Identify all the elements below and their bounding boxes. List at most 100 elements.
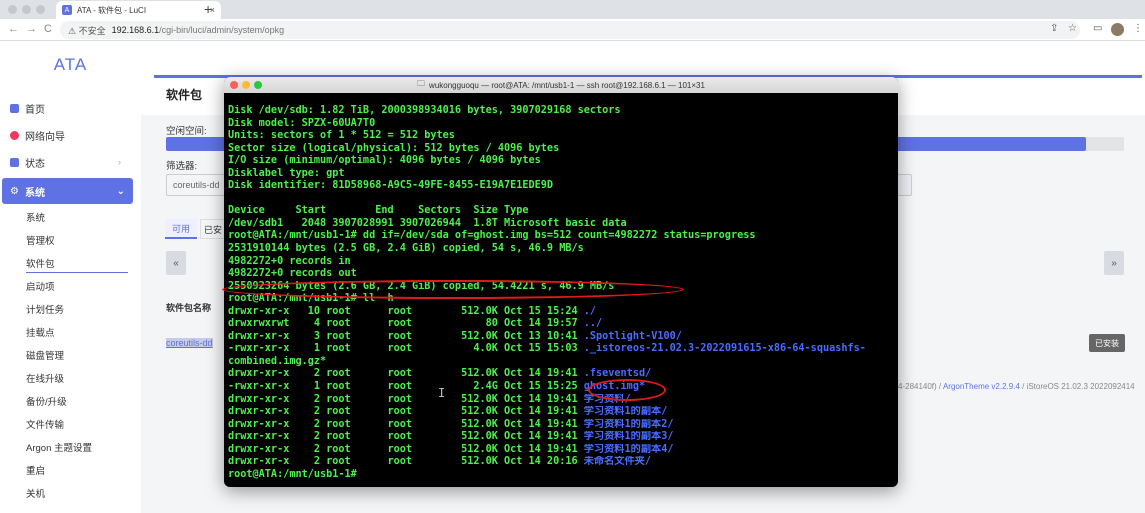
page-title: 软件包	[166, 88, 203, 102]
column-header-package-name: 软件包名称	[166, 303, 212, 313]
pager-prev-button[interactable]: «	[166, 251, 186, 275]
terminal-listing-row: -rwxr-xr-x 1 root root 4.0K Oct 15 15:03…	[228, 343, 866, 355]
terminal-listing-row: drwxr-xr-x 2 root root 512.0K Oct 14 19:…	[228, 418, 674, 430]
menu-icon[interactable]: ⋮	[1133, 23, 1143, 34]
terminal-title-bar[interactable]: 🗀 wukongguoqu — root@ATA: /mnt/usb1-1 — …	[224, 77, 898, 93]
terminal-zoom-dot[interactable]	[254, 81, 262, 89]
sidebar-item-status[interactable]: 状态 ›	[10, 151, 131, 173]
star-icon[interactable]: ☆	[1068, 23, 1077, 34]
sidebar-subitem-system[interactable]: 系统	[26, 210, 45, 224]
terminal-line: 4982272+0 records out	[228, 268, 357, 280]
terminal-line: Sector size (logical/physical): 512 byte…	[228, 142, 560, 154]
free-space-label: 空闲空间:	[166, 126, 207, 137]
terminal-listing-row: drwxrwxrwt 4 root root 80 Oct 14 19:57 .…	[228, 318, 603, 330]
sidebar-item-home[interactable]: 首页	[10, 97, 45, 119]
footer-info: 4-284140f) / ArgonTheme v2.2.9.4 / iStor…	[898, 382, 1135, 391]
active-subitem-underline	[26, 272, 128, 273]
share-icon[interactable]: ⇪	[1050, 23, 1058, 34]
sidebar-subitem-packages[interactable]: 软件包	[26, 256, 55, 270]
file-name: 未命名文件夹/	[583, 456, 652, 468]
sidebar-subitem-crontab[interactable]: 计划任务	[26, 302, 64, 316]
window-zoom-dot[interactable]	[36, 5, 45, 14]
footer-os: iStoreOS 21.02.3 2022092414	[1026, 382, 1135, 391]
wizard-icon	[10, 130, 19, 140]
sidebar-item-label: 状态	[25, 158, 45, 170]
footer-theme-link[interactable]: ArgonTheme v2.2.9.4	[943, 382, 1020, 391]
terminal-listing-row: drwxr-xr-x 2 root root 512.0K Oct 14 19:…	[228, 393, 631, 405]
home-icon	[10, 103, 19, 113]
forward-icon[interactable]: →	[26, 23, 37, 35]
terminal-listing-row: drwxr-xr-x 2 root root 512.0K Oct 14 19:…	[228, 368, 652, 380]
terminal-line: /dev/sdb1 2048 3907028991 3907026944 1.8…	[228, 217, 627, 229]
reload-icon[interactable]: C	[44, 23, 52, 35]
new-tab-button[interactable]: +	[204, 1, 212, 17]
file-name: ._istoreos-21.02.3-2022091615-x86-64-squ…	[583, 343, 866, 355]
terminal-line: 4982272+0 records in	[228, 255, 351, 267]
terminal-close-dot[interactable]	[230, 81, 238, 89]
annotation-circle	[588, 379, 666, 401]
terminal-prompt: root@ATA:/mnt/usb1-1#	[228, 468, 357, 480]
tab-title: ATA - 软件包 - LuCI	[77, 5, 147, 15]
window-minimize-dot[interactable]	[22, 5, 31, 14]
filter-input[interactable]: coreutils-dd	[166, 174, 226, 196]
sidebar-subitem-mounts[interactable]: 挂载点	[26, 325, 55, 339]
sidebar-subitem-shutdown[interactable]: 关机	[26, 486, 45, 500]
terminal-line: Device Start End Sectors Size Type	[228, 205, 529, 217]
browser-tab[interactable]: A ATA - 软件包 - LuCI ×	[56, 1, 221, 19]
file-name: 学习资料1的副本/	[583, 406, 668, 418]
sidebar-subitem-online-upgrade[interactable]: 在线升级	[26, 371, 64, 385]
sidebar-item-label: 网络向导	[25, 131, 65, 143]
terminal-listing-row: drwxr-xr-x 2 root root 512.0K Oct 14 19:…	[228, 443, 674, 455]
url-field[interactable]: ⚠ 不安全 192.168.6.1/cgi-bin/luci/admin/sys…	[60, 21, 1080, 39]
terminal-line: Units: sectors of 1 * 512 = 512 bytes	[228, 130, 455, 142]
gear-icon: ⚙	[10, 185, 19, 197]
terminal-line: Disk model: SPZX-60UA7T0	[228, 117, 376, 129]
window-close-dot[interactable]	[8, 5, 17, 14]
installed-badge[interactable]: 已安装	[1089, 334, 1125, 352]
text-cursor-icon: I	[438, 386, 446, 400]
terminal-listing-row: drwxr-xr-x 2 root root 512.0K Oct 14 19:…	[228, 431, 674, 443]
file-name: ../	[583, 318, 603, 330]
file-name: .Spotlight-V100/	[583, 330, 682, 342]
file-name: 学习资料1的副本4/	[583, 443, 674, 455]
tab-installed[interactable]: 已安	[200, 219, 226, 239]
sidebar-subitem-reboot[interactable]: 重启	[26, 463, 45, 477]
sidebar-item-wizard[interactable]: 网络向导	[10, 124, 65, 146]
sidebar-subitem-disks[interactable]: 磁盘管理	[26, 348, 64, 362]
sidebar-subitem-argon[interactable]: Argon 主题设置	[26, 440, 92, 454]
browser-tab-bar: A ATA - 软件包 - LuCI × +	[0, 0, 1145, 19]
sidebar-subitem-file-transfer[interactable]: 文件传输	[26, 417, 64, 431]
chevron-right-icon: ›	[118, 157, 121, 167]
brand-logo[interactable]: ATA	[0, 55, 141, 75]
terminal-listing-row: drwxr-xr-x 3 root root 512.0K Oct 13 10:…	[228, 330, 682, 342]
terminal-line: root@ATA:/mnt/usb1-1# dd if=/dev/sda of=…	[228, 230, 756, 242]
terminal-listing-row: drwxr-xr-x 2 root root 512.0K Oct 14 19:…	[228, 406, 668, 418]
not-secure-label[interactable]: ⚠ 不安全	[68, 24, 106, 37]
terminal-listing-row: -rwxr-xr-x 1 root root 2.4G Oct 15 15:25…	[228, 381, 646, 393]
package-name-link[interactable]: coreutils-dd	[166, 338, 213, 348]
annotation-ellipse	[222, 280, 684, 299]
profile-avatar[interactable]	[1111, 23, 1124, 36]
file-name: 学习资料1的副本3/	[583, 431, 674, 443]
address-bar-row: ← → C ⚠ 不安全 192.168.6.1/cgi-bin/luci/adm…	[0, 19, 1145, 41]
terminal-line: Disk identifier: 81D58968-A9C5-49FE-8455…	[228, 180, 554, 192]
sidebar-subitem-admin[interactable]: 管理权	[26, 233, 55, 247]
tab-available[interactable]: 可用	[165, 219, 197, 239]
chevron-down-icon: ⌄	[116, 185, 125, 197]
url-host: 192.168.6.1	[111, 25, 160, 35]
terminal-minimize-dot[interactable]	[242, 81, 250, 89]
terminal-folder-icon: 🗀	[417, 79, 426, 88]
sidebar-item-system[interactable]: ⚙ 系统 ⌄	[2, 178, 133, 204]
back-icon[interactable]: ←	[8, 23, 19, 35]
terminal-title: wukongguoqu — root@ATA: /mnt/usb1-1 — ss…	[429, 80, 705, 90]
url-path: /cgi-bin/luci/admin/system/opkg	[159, 25, 285, 35]
footer-version: 4-284140f)	[898, 382, 937, 391]
terminal-line: 2531910144 bytes (2.5 GB, 2.4 GiB) copie…	[228, 243, 584, 255]
sidebar-subitem-backup[interactable]: 备份/升级	[26, 394, 67, 408]
pager-next-button[interactable]: »	[1104, 251, 1124, 275]
sidebar-icon[interactable]: ▭	[1093, 23, 1102, 34]
terminal-listing-row: drwxr-xr-x 2 root root 512.0K Oct 14 20:…	[228, 456, 652, 468]
sidebar-subitem-startup[interactable]: 启动项	[26, 279, 55, 293]
terminal-listing-row: drwxr-xr-x 10 root root 512.0K Oct 15 15…	[228, 305, 597, 317]
